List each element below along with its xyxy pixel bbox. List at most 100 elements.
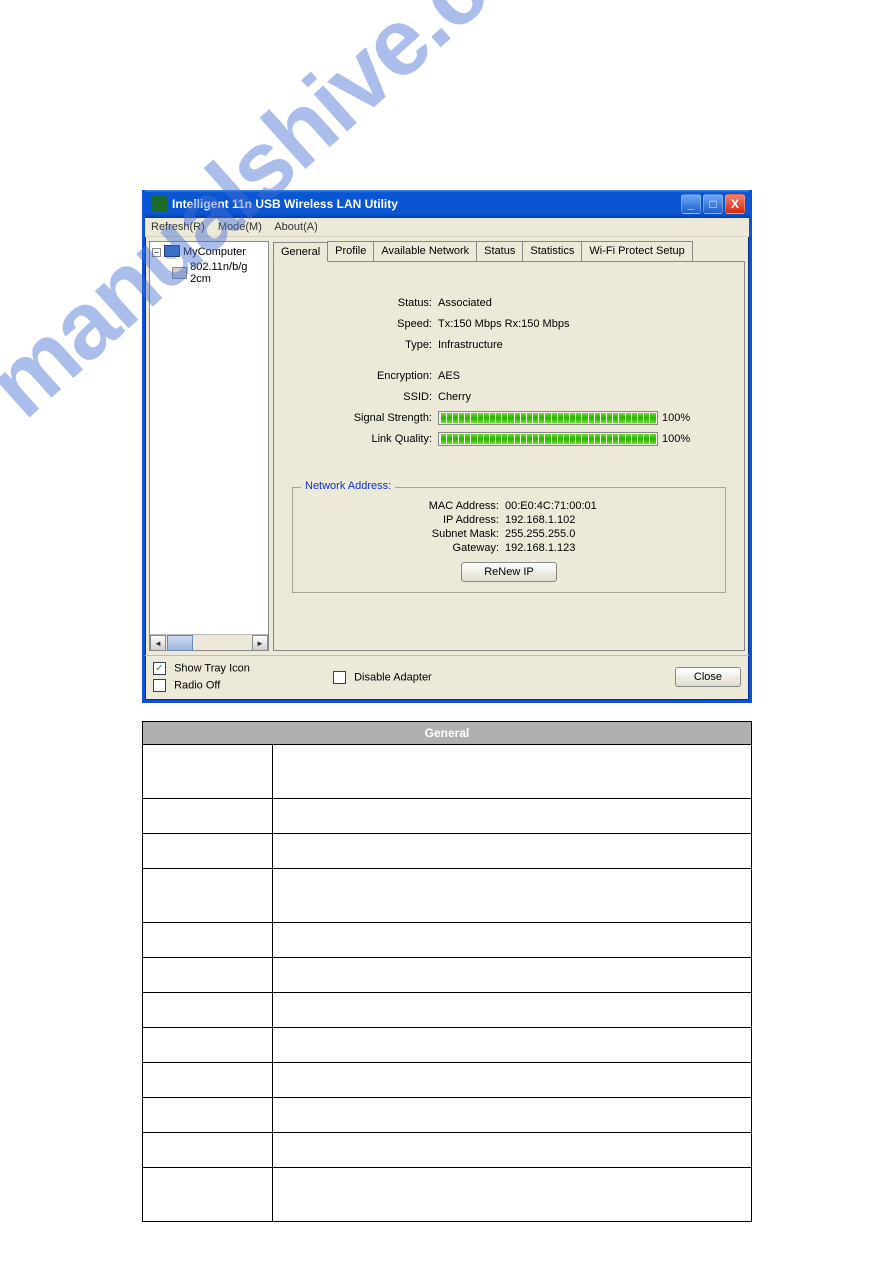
- table-term: MAC Address: [143, 1028, 273, 1063]
- page-subheading: Click on the General tab for status info…: [152, 168, 813, 182]
- table-row: StatusCheck the Wireless USB Adapter is …: [143, 745, 752, 799]
- gateway-value: 192.168.1.123: [505, 542, 575, 554]
- table-row: SpeedShow current Tx and Rx transmit spe…: [143, 799, 752, 834]
- table-term: IP Address: [143, 1063, 273, 1098]
- menu-mode[interactable]: Mode(M): [218, 221, 262, 233]
- close-button[interactable]: Close: [675, 667, 741, 687]
- table-desc: If there is any IP configuration change,…: [273, 1168, 752, 1222]
- radio-off-checkbox[interactable]: [153, 679, 166, 692]
- link-quality-bar: [438, 432, 658, 446]
- network-address-legend: Network Address:: [301, 480, 395, 492]
- table-desc: Show the default gateway IP addresses.: [273, 1133, 752, 1168]
- type-value: Infrastructure: [438, 339, 503, 351]
- table-header: General: [143, 722, 752, 745]
- tree-child-row[interactable]: 802.11n/b/g 2cm: [150, 260, 268, 286]
- table-term: Encryption: [143, 869, 273, 923]
- speed-value: Tx:150 Mbps Rx:150 Mbps: [438, 318, 569, 330]
- table-term: SSID: [143, 923, 273, 958]
- scroll-thumb[interactable]: [167, 635, 193, 651]
- network-address-group: Network Address: MAC Address: 00:E0:4C:7…: [292, 487, 726, 593]
- renew-ip-button[interactable]: ReNew IP: [461, 562, 557, 582]
- table-row: IP AddressShow the IP address.: [143, 1063, 752, 1098]
- maximize-button[interactable]: □: [703, 194, 723, 214]
- table-row: Signal StrengthShow the current signal s…: [143, 958, 752, 993]
- table-row: SSIDShow the connecting SSID.: [143, 923, 752, 958]
- table-desc: Show the Subnet Mask addresses.: [273, 1098, 752, 1133]
- device-tree: − MyComputer 802.11n/b/g 2cm ◄ ►: [149, 241, 269, 651]
- scroll-right-arrow-icon[interactable]: ►: [252, 635, 268, 651]
- show-tray-row[interactable]: Show Tray Icon: [153, 662, 333, 675]
- table-desc: Show the current signal strength.: [273, 958, 752, 993]
- disable-adapter-row[interactable]: Disable Adapter: [333, 671, 675, 684]
- radio-off-row[interactable]: Radio Off: [153, 679, 333, 692]
- tab-wps[interactable]: Wi-Fi Protect Setup: [581, 241, 692, 261]
- table-desc: Show the connecting SSID.: [273, 923, 752, 958]
- tab-profile[interactable]: Profile: [327, 241, 374, 261]
- minimize-button[interactable]: _: [681, 194, 701, 214]
- table-term: Signal Strength: [143, 958, 273, 993]
- signal-strength-bar: [438, 411, 658, 425]
- speed-label: Speed:: [292, 318, 438, 330]
- table-row: EncryptionShow the encryption type curre…: [143, 869, 752, 923]
- adapter-icon: [172, 267, 187, 279]
- tree-collapse-icon[interactable]: −: [152, 248, 161, 257]
- tree-root-row[interactable]: − MyComputer: [150, 244, 268, 260]
- tree-scrollbar[interactable]: ◄ ►: [150, 634, 268, 650]
- subnet-value: 255.255.255.0: [505, 528, 575, 540]
- encryption-label: Encryption:: [292, 370, 438, 382]
- ip-label: IP Address:: [305, 514, 505, 526]
- tab-panel-general: Status: Associated Speed: Tx:150 Mbps Rx…: [273, 261, 745, 651]
- table-term: Subnet Mask: [143, 1098, 273, 1133]
- tree-child-label: 802.11n/b/g 2cm: [190, 261, 266, 285]
- app-icon: [151, 196, 167, 212]
- table-row: TypeInfrastructure mode or Ad-Hoc mode.: [143, 834, 752, 869]
- tab-statistics[interactable]: Statistics: [522, 241, 582, 261]
- table-row: ReNew IPIf there is any IP configuration…: [143, 1168, 752, 1222]
- show-tray-checkbox[interactable]: [153, 662, 166, 675]
- table-term: Status: [143, 745, 273, 799]
- ip-value: 192.168.1.102: [505, 514, 575, 526]
- tab-available-network[interactable]: Available Network: [373, 241, 477, 261]
- table-desc: Show the current link quality.: [273, 993, 752, 1028]
- menubar: Refresh(R) Mode(M) About(A): [145, 218, 749, 237]
- table-term: Link Quality: [143, 993, 273, 1028]
- radio-off-label: Radio Off: [174, 679, 220, 691]
- table-desc: Show the IP address.: [273, 1063, 752, 1098]
- table-desc: Show current Tx and Rx transmit speed.: [273, 799, 752, 834]
- table-desc: Check the Wireless USB Adapter is associ…: [273, 745, 752, 799]
- mac-label: MAC Address:: [305, 500, 505, 512]
- mac-value: 00:E0:4C:71:00:01: [505, 500, 597, 512]
- menu-about[interactable]: About(A): [274, 221, 317, 233]
- scroll-left-arrow-icon[interactable]: ◄: [150, 635, 166, 651]
- table-term: ReNew IP: [143, 1168, 273, 1222]
- subnet-label: Subnet Mask:: [305, 528, 505, 540]
- tab-status[interactable]: Status: [476, 241, 523, 261]
- status-label: Status:: [292, 297, 438, 309]
- table-desc: Show the MAC address.: [273, 1028, 752, 1063]
- menu-refresh[interactable]: Refresh(R): [151, 221, 205, 233]
- signal-strength-label: Signal Strength:: [292, 412, 438, 424]
- computer-icon: [164, 245, 180, 259]
- disable-adapter-checkbox[interactable]: [333, 671, 346, 684]
- encryption-value: AES: [438, 370, 460, 382]
- link-quality-label: Link Quality:: [292, 433, 438, 445]
- tree-root-label: MyComputer: [183, 246, 246, 258]
- app-window: Intelligent 11n USB Wireless LAN Utility…: [142, 190, 752, 703]
- table-term: Gateway: [143, 1133, 273, 1168]
- type-label: Type:: [292, 339, 438, 351]
- show-tray-label: Show Tray Icon: [174, 662, 250, 674]
- ssid-value: Cherry: [438, 391, 471, 403]
- table-term: Speed: [143, 799, 273, 834]
- table-term: Type: [143, 834, 273, 869]
- link-quality-pct: 100%: [662, 433, 690, 445]
- table-desc: Infrastructure mode or Ad-Hoc mode.: [273, 834, 752, 869]
- tab-general[interactable]: General: [273, 242, 328, 262]
- table-row: Link QualityShow the current link qualit…: [143, 993, 752, 1028]
- page-heading: General: [152, 100, 813, 118]
- table-row: MAC AddressShow the MAC address.: [143, 1028, 752, 1063]
- gateway-label: Gateway:: [305, 542, 505, 554]
- disable-adapter-label: Disable Adapter: [354, 671, 432, 683]
- status-value: Associated: [438, 297, 492, 309]
- table-row: GatewayShow the default gateway IP addre…: [143, 1133, 752, 1168]
- window-close-button[interactable]: X: [725, 194, 745, 214]
